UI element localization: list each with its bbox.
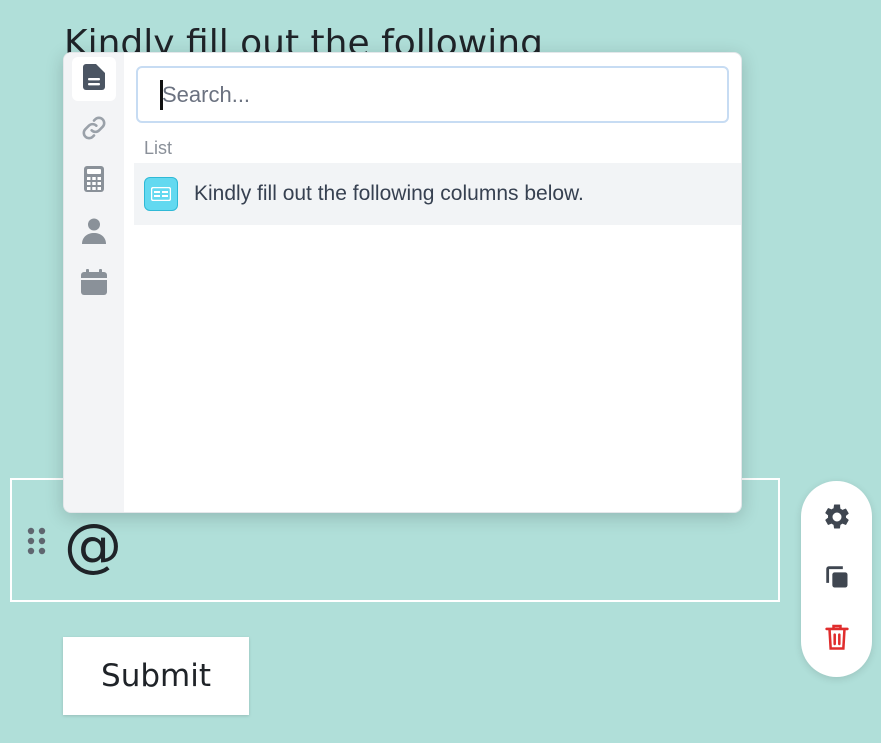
search-input[interactable] [138, 68, 727, 121]
settings-button[interactable] [820, 502, 854, 536]
duplicate-button[interactable] [820, 562, 854, 596]
gear-icon [822, 502, 852, 537]
mention-trigger-text[interactable]: @ [64, 510, 122, 580]
rail-item-calculations[interactable] [72, 159, 116, 203]
submit-button[interactable]: Submit [63, 637, 249, 715]
result-label: Kindly fill out the following columns be… [194, 182, 584, 205]
mention-popover: List Kindly fill out the following colum… [63, 52, 742, 513]
calendar-icon [81, 268, 107, 300]
result-item[interactable]: Kindly fill out the following columns be… [134, 163, 741, 225]
section-label-list: List [144, 138, 173, 158]
rail-item-users[interactable] [72, 211, 116, 255]
category-rail [64, 53, 124, 512]
field-toolbar [801, 481, 872, 677]
text-cursor [160, 80, 163, 110]
calculator-icon [84, 165, 104, 197]
search-box [136, 66, 729, 123]
rail-item-fields[interactable] [72, 57, 116, 101]
copy-icon [823, 563, 851, 596]
delete-button[interactable] [820, 622, 854, 656]
trash-icon [823, 622, 851, 657]
list-field-icon [144, 177, 178, 211]
rail-item-links[interactable] [72, 108, 116, 152]
drag-handle-icon[interactable] [26, 526, 48, 556]
rail-item-dates[interactable] [72, 262, 116, 306]
link-icon [80, 114, 108, 147]
person-icon [82, 218, 106, 249]
document-icon [83, 63, 105, 95]
